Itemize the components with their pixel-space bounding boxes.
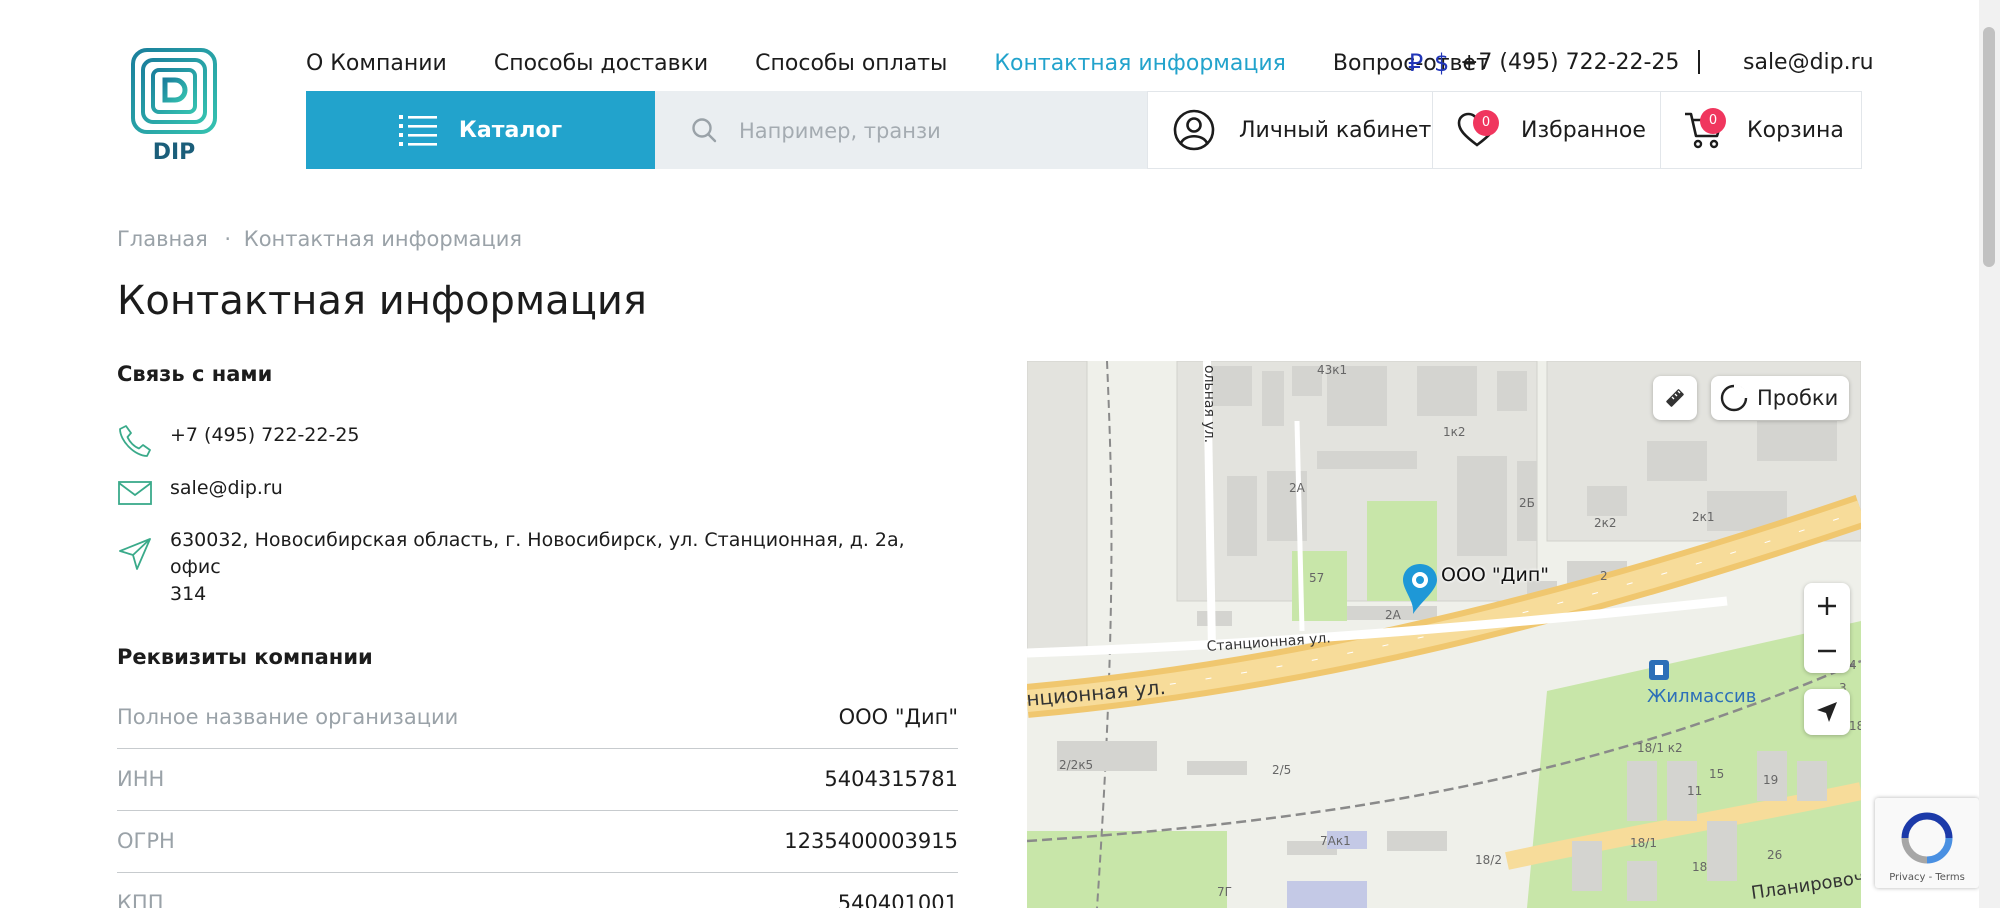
district-label: Жилмассив [1647,686,1756,707]
header-phone-link[interactable]: +7 (495) 722-22-25 [1460,48,1679,78]
svg-text:7Ак1: 7Ак1 [1320,834,1351,848]
catalog-button[interactable]: Каталог [306,91,655,169]
svg-text:4: 4 [1849,658,1857,672]
requisites-heading: Реквизиты компании [117,645,373,669]
user-icon [1173,109,1215,151]
street-label: ольная ул. [1201,365,1217,443]
account-button[interactable]: Личный кабинет [1147,91,1433,169]
catalog-label: Каталог [458,117,563,143]
svg-text:DIP: DIP [153,140,196,164]
contact-email-link[interactable]: sale@dip.ru [170,475,283,502]
favorites-count-badge: 0 [1473,110,1499,136]
recaptcha-text[interactable]: Privacy - Terms [1875,872,1979,883]
phone-icon [119,425,151,457]
cart-label: Корзина [1747,117,1844,143]
svg-text:11: 11 [1687,784,1702,798]
top-navigation: О Компании Способы доставки Способы опла… [306,48,1489,78]
envelope-icon [118,481,152,505]
contact-address: 630032, Новосибирская область, г. Новоси… [170,529,905,605]
menu-list-icon [398,115,437,146]
table-row: ИНН 5404315781 [117,749,958,811]
svg-text:1к2: 1к2 [1443,425,1466,439]
currency-rub-toggle[interactable]: ₽ [1408,48,1423,78]
svg-text:2к1: 2к1 [1692,510,1715,524]
nav-delivery[interactable]: Способы доставки [494,51,708,76]
svg-text:18/1 к2: 18/1 к2 [1637,741,1683,755]
contact-phone-link[interactable]: +7 (495) 722-22-25 [170,422,360,449]
zoom-out-icon[interactable] [1816,640,1838,662]
ruler-icon [1666,389,1684,407]
traffic-icon [1720,384,1748,412]
svg-text:2/5: 2/5 [1272,763,1291,777]
requisites-table: Полное название организации ООО "Дип" ИН… [117,687,958,908]
header-divider [1698,50,1700,74]
favorites-button[interactable]: 0 Избранное [1432,91,1661,169]
svg-text:2А: 2А [1289,481,1306,495]
ruler-button[interactable] [1653,376,1697,420]
currency-usd-toggle[interactable]: $ [1434,48,1449,78]
nav-about[interactable]: О Компании [306,51,447,76]
svg-text:18: 18 [1692,860,1707,874]
cart-button[interactable]: 0 Корзина [1660,91,1862,169]
zoom-in-icon[interactable] [1816,595,1838,617]
recaptcha-badge[interactable]: Privacy - Terms [1875,798,1979,888]
requisite-value: 5404315781 [824,767,958,791]
svg-text:15: 15 [1709,767,1724,781]
svg-text:2А: 2А [1385,608,1402,622]
location-arrow-icon [119,538,151,570]
scrollbar-thumb[interactable] [1983,27,1995,267]
requisite-value: 1235400003915 [784,829,958,853]
dip-logo[interactable]: DIP [115,46,233,165]
traffic-label: Пробки [1757,386,1839,410]
svg-text:7Г: 7Г [1217,885,1232,899]
svg-text:2к2: 2к2 [1594,516,1617,530]
navigation-arrow-icon [1817,702,1837,722]
map-pin-icon[interactable] [1401,562,1439,616]
search-input[interactable] [737,110,941,152]
recaptcha-icon [1901,812,1953,864]
svg-text:26: 26 [1767,848,1782,862]
requisite-label: ИНН [117,767,165,791]
svg-text:57: 57 [1309,571,1324,585]
traffic-button[interactable]: Пробки [1711,376,1849,420]
svg-text:19: 19 [1763,773,1778,787]
table-row: КПП 540401001 [117,873,958,908]
yandex-map[interactable]: Станционная ул. нционная ул. ольная ул. … [1027,361,1861,908]
breadcrumb-home[interactable]: Главная [117,227,208,251]
table-row: Полное название организации ООО "Дип" [117,687,958,749]
breadcrumb-current: Контактная информация [243,227,522,251]
search-icon [692,118,717,143]
svg-text:2Б: 2Б [1519,496,1535,510]
map-canvas: Станционная ул. нционная ул. ольная ул. … [1027,361,1861,908]
header-email-link[interactable]: sale@dip.ru [1743,48,1874,78]
search-box [655,91,1147,169]
svg-text:2/2к5: 2/2к5 [1059,758,1093,772]
requisite-label: Полное название организации [117,705,459,729]
svg-text:18: 18 [1849,719,1861,733]
table-row: ОГРН 1235400003915 [117,811,958,873]
page-title: Контактная информация [117,278,647,324]
contacts-heading: Связь с нами [117,362,273,386]
requisite-label: КПП [117,891,164,908]
map-pin-label: ООО "Дип" [1441,564,1549,586]
account-label: Личный кабинет [1239,117,1432,143]
requisite-value: ООО "Дип" [838,705,958,729]
nav-contacts[interactable]: Контактная информация [994,51,1285,76]
requisite-label: ОГРН [117,829,175,853]
breadcrumb-separator: · [224,227,232,251]
svg-text:2: 2 [1600,569,1608,583]
svg-text:18/2: 18/2 [1475,853,1502,867]
svg-text:18/1: 18/1 [1630,836,1657,850]
zoom-control [1804,583,1850,673]
cart-count-badge: 0 [1700,108,1726,134]
breadcrumb: Главная · Контактная информация [117,227,522,251]
nav-payment[interactable]: Способы оплаты [755,51,947,76]
geolocation-button[interactable] [1804,689,1850,735]
svg-text:43к1: 43к1 [1317,363,1347,377]
favorites-label: Избранное [1521,117,1646,143]
requisite-value: 540401001 [837,891,958,908]
